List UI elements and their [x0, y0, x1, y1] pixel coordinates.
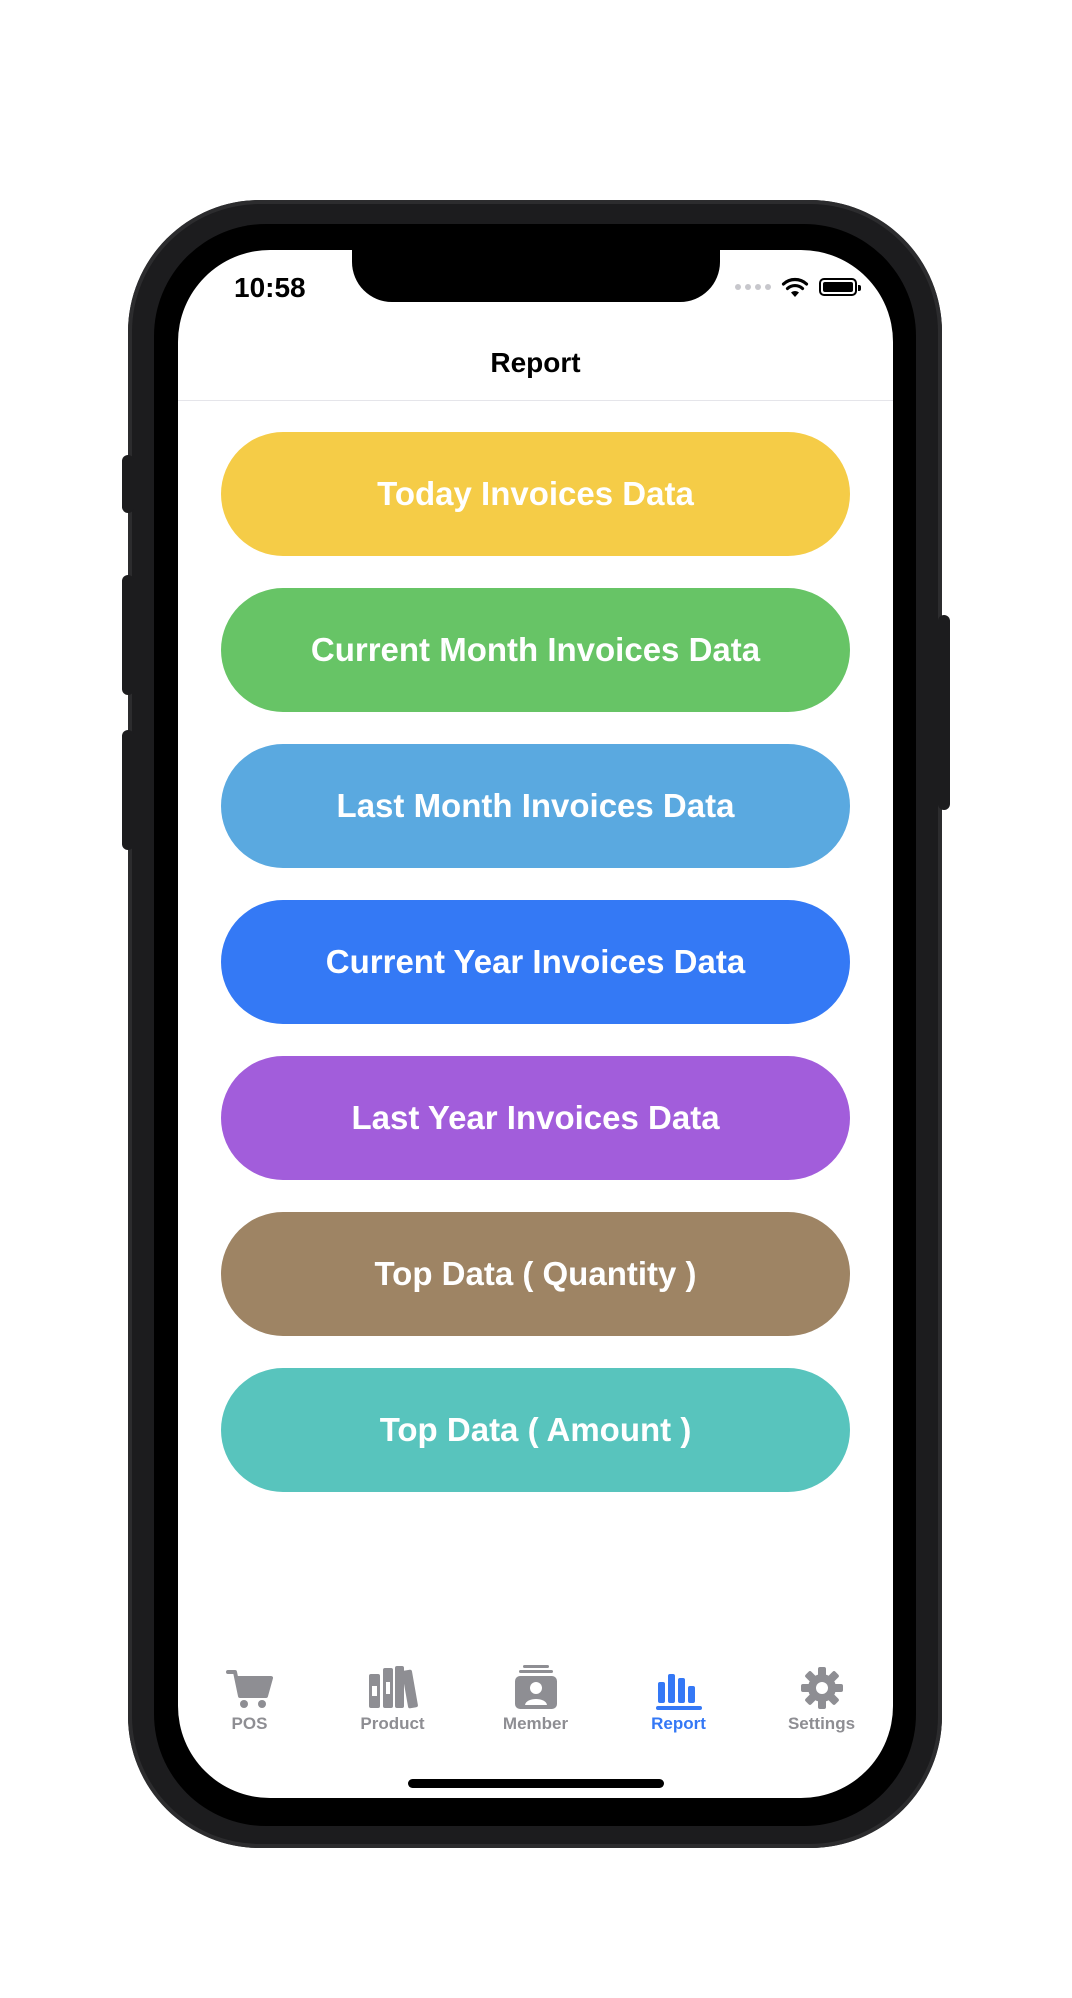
top-data-amount-button[interactable]: Top Data ( Amount )	[221, 1368, 850, 1492]
screen: 10:58 Report Today Invoices Data Current…	[178, 250, 893, 1798]
cart-icon	[225, 1660, 274, 1710]
notch	[352, 250, 720, 302]
tab-label: POS	[231, 1714, 268, 1733]
books-icon	[367, 1660, 419, 1710]
navigation-bar: Report	[178, 326, 893, 401]
gear-icon	[800, 1660, 844, 1710]
tab-bar: POS Product Member Report Settings	[178, 1660, 893, 1740]
page-title: Report	[490, 347, 581, 378]
last-year-invoices-button[interactable]: Last Year Invoices Data	[221, 1056, 850, 1180]
last-month-invoices-button[interactable]: Last Month Invoices Data	[221, 744, 850, 868]
current-month-invoices-button[interactable]: Current Month Invoices Data	[221, 588, 850, 712]
contact-icon	[513, 1660, 559, 1710]
tab-member[interactable]: Member	[464, 1660, 607, 1740]
tab-settings[interactable]: Settings	[750, 1660, 893, 1740]
mute-switch	[122, 455, 134, 513]
volume-down-button	[122, 730, 134, 850]
home-indicator	[408, 1779, 664, 1788]
tab-label: Product	[360, 1714, 425, 1733]
wifi-icon	[781, 277, 809, 297]
top-data-quantity-button[interactable]: Top Data ( Quantity )	[221, 1212, 850, 1336]
tab-label: Report	[651, 1714, 706, 1733]
status-icons	[735, 276, 861, 298]
status-time: 10:58	[234, 272, 306, 303]
tab-label: Member	[502, 1714, 569, 1733]
battery-icon	[819, 278, 861, 296]
power-button	[938, 615, 950, 810]
bar-chart-icon	[655, 1660, 702, 1710]
cellular-signal-icon	[735, 284, 771, 290]
current-year-invoices-button[interactable]: Current Year Invoices Data	[221, 900, 850, 1024]
tab-product[interactable]: Product	[321, 1660, 464, 1740]
volume-up-button	[122, 575, 134, 695]
tab-label: Settings	[787, 1714, 856, 1733]
tab-pos[interactable]: POS	[178, 1660, 321, 1740]
tab-report[interactable]: Report	[607, 1660, 750, 1740]
today-invoices-button[interactable]: Today Invoices Data	[221, 432, 850, 556]
